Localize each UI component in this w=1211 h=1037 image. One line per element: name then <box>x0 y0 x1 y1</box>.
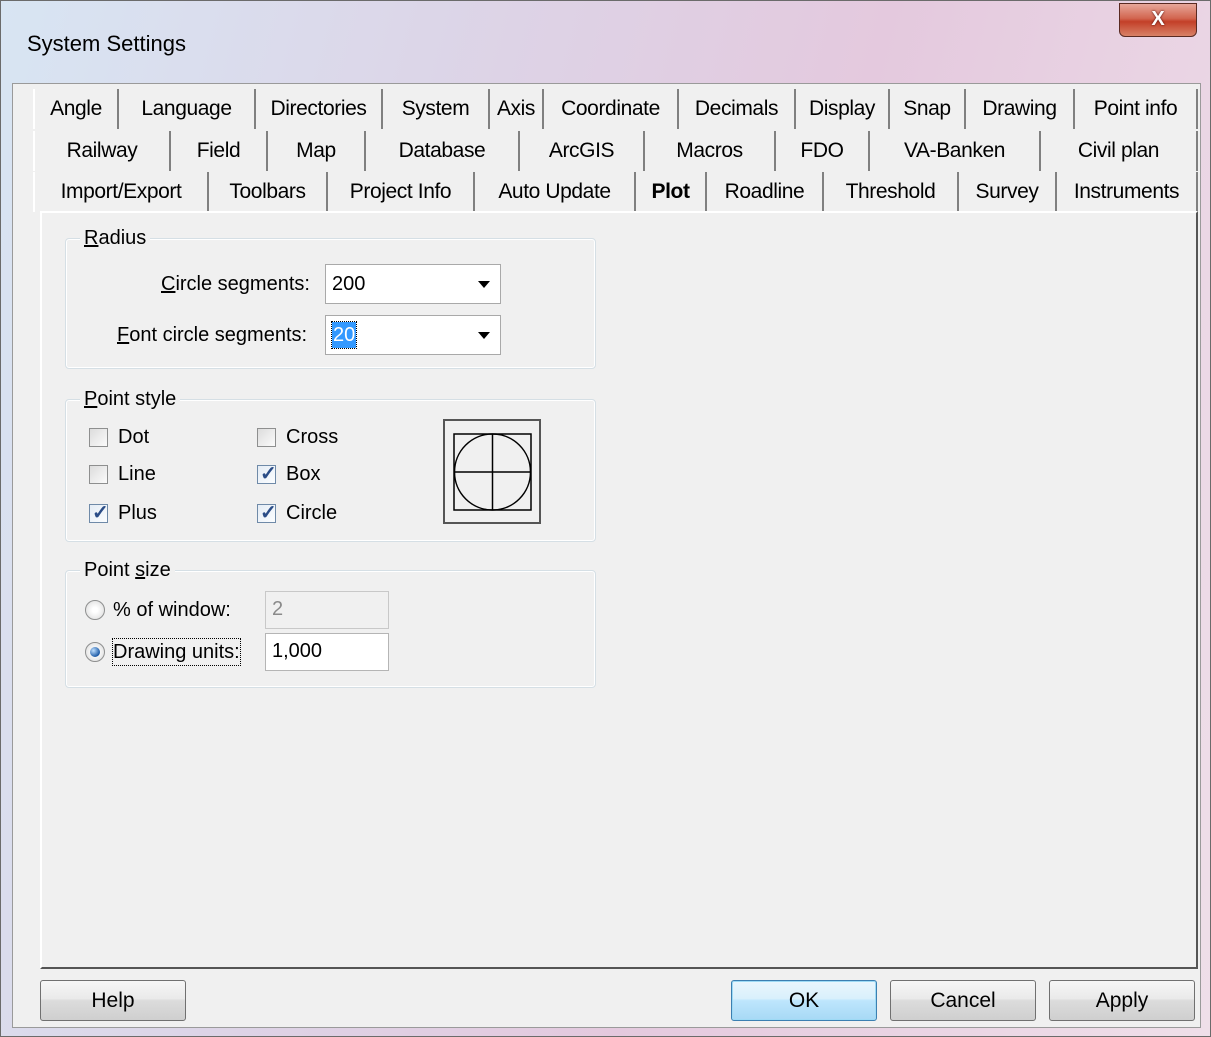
tab-roadline[interactable]: Roadline <box>707 172 824 212</box>
tab-angle[interactable]: Angle <box>33 89 119 129</box>
tab-arcgis[interactable]: ArcGIS <box>520 131 645 171</box>
tab-row-3: Import/Export Toolbars Project Info Auto Up… <box>33 172 1198 212</box>
tab-system[interactable]: System <box>383 89 490 129</box>
tab-language[interactable]: Language <box>119 89 256 129</box>
percent-of-window-radio[interactable] <box>85 600 105 620</box>
radio-selected-dot <box>90 647 100 657</box>
tab-auto-update[interactable]: Auto Update <box>475 172 636 212</box>
check-mark-icon: ✓ <box>260 502 277 524</box>
tab-point-info[interactable]: Point info <box>1075 89 1198 129</box>
drawing-units-radio[interactable] <box>85 642 105 662</box>
box-checkbox[interactable]: ✓ <box>257 463 277 485</box>
tab-axis[interactable]: Axis <box>490 89 544 129</box>
tab-directories[interactable]: Directories <box>256 89 383 129</box>
window-title: System Settings <box>27 31 186 56</box>
point-size-group-label: Point size <box>80 557 175 583</box>
box-label[interactable]: Box <box>286 461 320 487</box>
close-icon: X <box>1151 8 1165 30</box>
tab-coordinate[interactable]: Coordinate <box>544 89 679 129</box>
plus-label[interactable]: Plus <box>118 500 157 526</box>
font-circle-segments-value: 20 <box>330 321 358 349</box>
tab-row-2: Railway Field Map Database ArcGIS Macros FDO VA… <box>33 131 1198 171</box>
radius-group-label: Radius <box>80 225 151 251</box>
circle-checkbox[interactable]: ✓ <box>257 502 277 524</box>
ok-button[interactable]: OK <box>731 980 877 1021</box>
line-label[interactable]: Line <box>118 461 156 487</box>
apply-button[interactable]: Apply <box>1049 980 1195 1021</box>
tab-display[interactable]: Display <box>796 89 890 129</box>
tab-map[interactable]: Map <box>268 131 366 171</box>
tab-row-1: Angle Language Directories System Axis Coordi… <box>33 89 1198 129</box>
point-style-preview <box>443 419 541 524</box>
drawing-units-input[interactable]: 1,000 <box>265 633 389 671</box>
cross-label[interactable]: Cross <box>286 424 338 450</box>
plus-checkbox[interactable]: ✓ <box>89 502 109 524</box>
tab-database[interactable]: Database <box>366 131 520 171</box>
drawing-units-label[interactable]: Drawing units: <box>112 638 241 666</box>
dot-checkbox[interactable] <box>89 428 108 447</box>
cancel-button[interactable]: Cancel <box>890 980 1036 1021</box>
tab-snap[interactable]: Snap <box>890 89 966 129</box>
circle-label[interactable]: Circle <box>286 500 337 526</box>
circle-segments-combo[interactable]: 200 <box>325 264 501 304</box>
cross-checkbox[interactable] <box>257 428 276 447</box>
percent-of-window-label[interactable]: % of window: <box>113 597 231 623</box>
circle-segments-value: 200 <box>332 273 366 295</box>
tab-project-info[interactable]: Project Info <box>328 172 475 212</box>
tab-macros[interactable]: Macros <box>645 131 776 171</box>
tab-decimals[interactable]: Decimals <box>679 89 796 129</box>
tab-threshold[interactable]: Threshold <box>824 172 959 212</box>
font-circle-segments-combo[interactable]: 20 <box>325 315 501 355</box>
tab-toolbars[interactable]: Toolbars <box>209 172 328 212</box>
tab-civil-plan[interactable]: Civil plan <box>1041 131 1198 171</box>
tab-instruments[interactable]: Instruments <box>1057 172 1198 212</box>
dot-label[interactable]: Dot <box>118 424 149 450</box>
point-style-group-label: Point style <box>80 386 181 412</box>
tab-plot[interactable]: Plot <box>636 172 707 212</box>
circle-segments-label: Circle segments: <box>161 273 310 295</box>
percent-of-window-input[interactable]: 2 <box>265 591 389 629</box>
help-button[interactable]: Help <box>40 980 186 1021</box>
check-mark-icon: ✓ <box>92 502 109 524</box>
title-bar[interactable]: System Settings X <box>1 1 1210 83</box>
font-circle-segments-label: Font circle segments: <box>117 324 308 346</box>
tab-railway[interactable]: Railway <box>33 131 171 171</box>
tab-survey[interactable]: Survey <box>959 172 1057 212</box>
tab-strip: Angle Language Directories System Axis Coordi… <box>33 89 1198 215</box>
check-mark-icon: ✓ <box>260 463 277 485</box>
tab-drawing[interactable]: Drawing <box>966 89 1075 129</box>
line-checkbox[interactable] <box>89 465 108 484</box>
tab-va-banken[interactable]: VA-Banken <box>870 131 1041 171</box>
chevron-down-icon[interactable] <box>478 332 490 339</box>
tab-field[interactable]: Field <box>171 131 268 171</box>
dialog-window: System Settings X Angle Language Directori… <box>0 0 1211 1037</box>
chevron-down-icon[interactable] <box>478 281 490 288</box>
close-button[interactable]: X <box>1119 3 1197 37</box>
point-preview-icon <box>453 433 532 511</box>
tab-fdo[interactable]: FDO <box>776 131 870 171</box>
tab-import-export[interactable]: Import/Export <box>33 172 209 212</box>
